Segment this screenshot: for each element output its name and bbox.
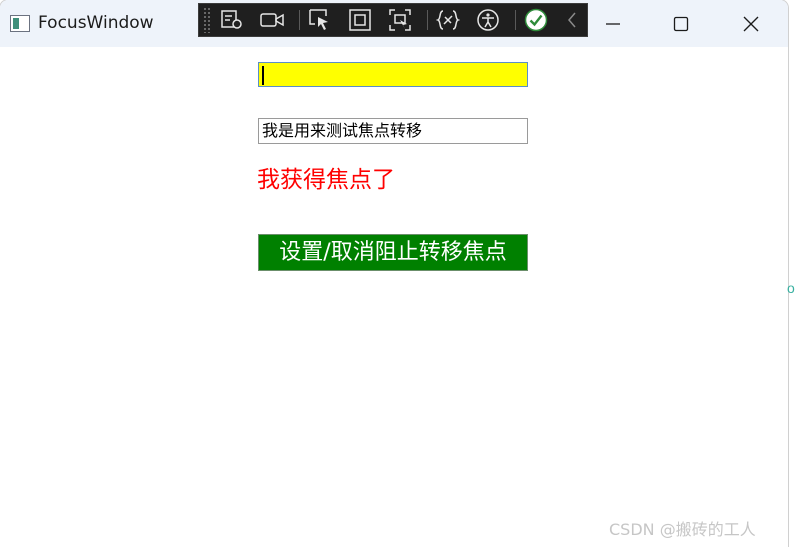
collapse-toolbar-button[interactable]	[559, 8, 585, 32]
toggle-block-focus-button[interactable]: 设置/取消阻止转移焦点	[258, 234, 528, 271]
focused-textbox[interactable]	[258, 62, 528, 87]
check-circle-icon	[524, 8, 548, 32]
debug-toolbar	[198, 3, 588, 37]
background-editor-glyph: o	[787, 280, 795, 296]
display-adorner-icon	[349, 9, 371, 31]
display-adorner-button[interactable]	[347, 8, 373, 32]
pointer-select-icon	[309, 9, 328, 30]
check-status-button[interactable]	[523, 8, 549, 32]
track-focus-button[interactable]	[387, 8, 413, 32]
collapse-chevron-icon	[568, 12, 576, 28]
text-caret	[262, 66, 264, 85]
window-title: FocusWindow	[38, 13, 154, 33]
binding-failures-icon	[436, 10, 460, 30]
focus-window: FocusWindow 我是用来测试焦点转移 我获得焦点了 设置/取消阻止转移焦…	[0, 0, 788, 547]
close-button[interactable]	[728, 0, 774, 47]
minimize-button[interactable]	[590, 0, 636, 47]
record-button[interactable]	[259, 8, 285, 32]
focus-test-textbox[interactable]: 我是用来测试焦点转移	[258, 118, 528, 144]
drag-grip[interactable]	[203, 7, 211, 33]
toolbar-separator	[515, 10, 516, 30]
minimize-icon	[606, 22, 620, 25]
accessibility-button[interactable]	[475, 8, 501, 32]
accessibility-icon	[477, 9, 499, 31]
binding-failures-button[interactable]	[435, 8, 461, 32]
track-focus-icon	[389, 9, 411, 31]
close-icon	[743, 16, 759, 31]
select-element-button[interactable]	[219, 8, 245, 32]
pointer-select-button[interactable]	[307, 8, 333, 32]
toolbar-separator	[427, 10, 428, 30]
maximize-button[interactable]	[658, 0, 704, 47]
app-icon	[10, 15, 30, 32]
screenshot-root: FocusWindow 我是用来测试焦点转移 我获得焦点了 设置/取消阻止转移焦…	[0, 0, 795, 547]
record-icon	[260, 13, 284, 27]
toolbar-separator	[299, 10, 300, 30]
focus-status-label: 我获得焦点了	[257, 167, 395, 193]
select-element-icon	[221, 10, 242, 29]
maximize-icon	[673, 16, 689, 31]
watermark: CSDN @搬砖的工人	[609, 520, 756, 539]
